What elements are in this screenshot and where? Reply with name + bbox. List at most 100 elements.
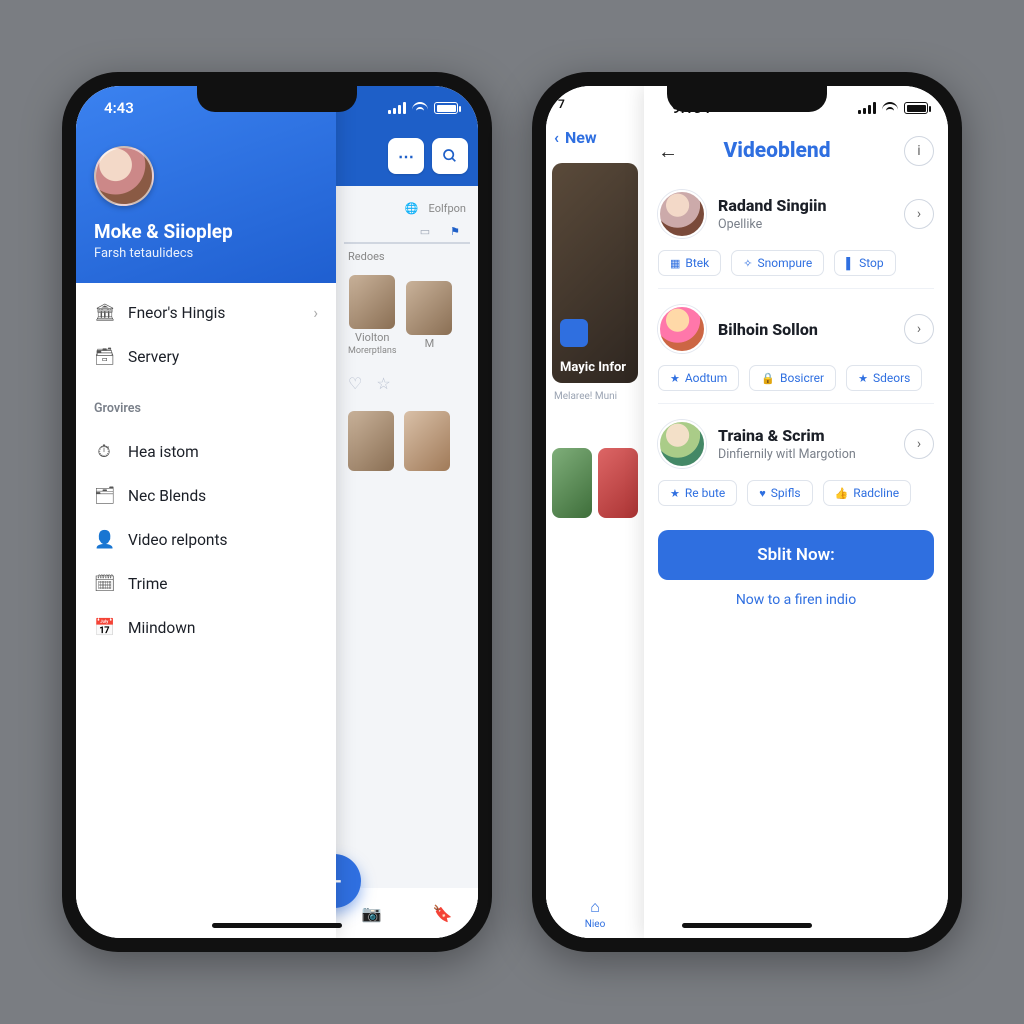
underlay-grid (552, 448, 638, 518)
chip[interactable]: 🔒 Bosicrer (749, 365, 836, 391)
chip[interactable]: ★Aodtum (658, 365, 739, 391)
chip[interactable]: ★ Re bute (658, 480, 737, 506)
star-icon: ★ (670, 487, 680, 500)
feed-tab-b[interactable]: ⚑ (450, 225, 460, 238)
avatar[interactable] (94, 146, 154, 206)
star-icon: ★ (670, 372, 680, 385)
bottom-bar: 📷 🔖 (336, 888, 478, 938)
person-sub: Opellike (718, 217, 892, 232)
drawer-item-label: Hea istom (128, 443, 199, 461)
profile-subtitle: Farsh tetaulidecs (94, 246, 318, 261)
chip[interactable]: ♥ Spifls (747, 480, 812, 506)
drawer-item[interactable]: ⏱ Hea istom (76, 430, 336, 474)
chip-label: Spifls (771, 486, 801, 500)
signal-icon (858, 102, 876, 114)
person-more-button[interactable]: › (904, 199, 934, 229)
person-more-button[interactable]: › (904, 429, 934, 459)
drawer-item[interactable]: 🗂 Nec Blends (76, 474, 336, 518)
drawer-secondary-list: ⏱ Hea istom 🗂 Nec Blends 👤 Video relpont… (76, 422, 336, 658)
underlay-card-sub: Melaree! Muni (546, 389, 644, 404)
avatar (658, 305, 706, 353)
drawer-item[interactable]: 📅 Miindown (76, 606, 336, 650)
person-name: Radand Singiin (718, 196, 892, 215)
chip[interactable]: ★Sdeors (846, 365, 922, 391)
person-row[interactable]: Traina & Scrim Dinfiernily witl Margotio… (644, 410, 948, 472)
underlay-card[interactable]: Mayic Infor (552, 163, 638, 383)
chip[interactable]: ✧ Snompure (731, 250, 824, 276)
calendar-icon: 🗓 (94, 574, 114, 594)
person-row[interactable]: Bilhoin Sollon › (644, 295, 948, 357)
drawer-item-label: Fneor's Hingis (128, 304, 225, 322)
story-name: Violton (355, 331, 389, 344)
underlay-card-caption: Mayic Infor (560, 360, 626, 375)
chip[interactable]: ▌Stop (834, 250, 895, 276)
profile-name: Moke & Siioplep (94, 220, 318, 243)
drawer-item-label: Servery (128, 348, 179, 366)
panel-title: Videoblend (662, 139, 892, 163)
chip-label: Sdeors (873, 371, 910, 385)
more-button[interactable]: ⋯ (388, 138, 424, 174)
status-bar-mini: 7 (546, 86, 644, 122)
chevron-right-icon: › (313, 304, 318, 322)
heart-icon[interactable]: ♡ (348, 374, 362, 393)
building-icon: 🏛 (94, 303, 114, 323)
person-name: Traina & Scrim (718, 426, 892, 445)
sparkle-icon: ✧ (743, 257, 752, 270)
battery-icon (904, 102, 928, 114)
story-thumb[interactable] (406, 281, 452, 335)
chip-label: Bosicrer (780, 371, 824, 385)
story-thumb[interactable] (349, 275, 395, 329)
card-icon: 🗂 (94, 486, 114, 506)
lock-icon: 🔒 (761, 372, 775, 385)
search-icon (442, 148, 458, 164)
chip-label: Radcline (853, 486, 899, 500)
drawer-item[interactable]: 🏛 Fneor's Hingis › (76, 291, 336, 335)
person-row[interactable]: Radand Singiin Opellike › (644, 180, 948, 242)
feed-side-label: Eolfpon (429, 202, 466, 215)
story-thumb[interactable] (404, 411, 450, 471)
story-thumb[interactable] (348, 411, 394, 471)
home-indicator (212, 923, 342, 928)
phone-left: ⋯ 🌐 Eolfpon ▭ ⚑ Redoes Viol (62, 72, 492, 952)
box-icon: 🗃 (94, 347, 114, 367)
chip[interactable]: ▦Btek (658, 250, 721, 276)
date-icon: 📅 (94, 618, 114, 638)
chip[interactable]: 👍Radcline (823, 480, 912, 506)
drawer-item-label: Trime (128, 575, 168, 593)
globe-icon: 🌐 (405, 202, 419, 215)
back-icon[interactable]: ‹ (554, 128, 559, 147)
person-icon: 👤 (94, 530, 114, 550)
drawer-primary-list: 🏛 Fneor's Hingis › 🗃 Servery (76, 283, 336, 387)
wifi-icon (882, 102, 898, 114)
camera-icon[interactable]: 📷 (362, 904, 382, 923)
story-sub: Morerptlans (348, 346, 396, 356)
feed-tab-a[interactable]: ▭ (420, 225, 430, 238)
underlay-tile[interactable] (598, 448, 638, 518)
underlay-header: ‹ New (546, 122, 644, 157)
drawer-item[interactable]: 👤 Video relponts (76, 518, 336, 562)
avatar (658, 420, 706, 468)
chip-label: Snompure (757, 256, 812, 270)
drawer-item[interactable]: 🗓 Trime (76, 562, 336, 606)
search-button[interactable] (432, 138, 468, 174)
play-icon (560, 319, 588, 347)
status-time: 4:43 (104, 99, 134, 117)
primary-cta-button[interactable]: Sblit Now: (658, 530, 934, 580)
secondary-link[interactable]: Now to a firen indio (644, 586, 948, 614)
star-icon[interactable]: ☆ (376, 374, 390, 393)
grid-icon: ▦ (670, 257, 680, 270)
navigation-drawer: 4:43 Moke & Siioplep Farsh tetaulidecs 🏛… (76, 86, 336, 938)
heart-icon: ♥ (759, 487, 766, 500)
person-more-button[interactable]: › (904, 314, 934, 344)
side-panel: 9:134 ← Videoblend i Radand Singiin Opel… (644, 86, 948, 938)
avatar (658, 190, 706, 238)
drawer-item-label: Video relponts (128, 531, 228, 549)
clock-icon: ⏱ (94, 442, 114, 462)
drawer-item[interactable]: 🗃 Servery (76, 335, 336, 379)
underlay-tile[interactable] (552, 448, 592, 518)
info-button[interactable]: i (904, 136, 934, 166)
bookmark-icon[interactable]: 🔖 (433, 904, 453, 923)
chip-label: Re bute (685, 486, 725, 500)
person-name: Bilhoin Sollon (718, 320, 892, 339)
home-icon[interactable]: ⌂ (590, 897, 600, 917)
